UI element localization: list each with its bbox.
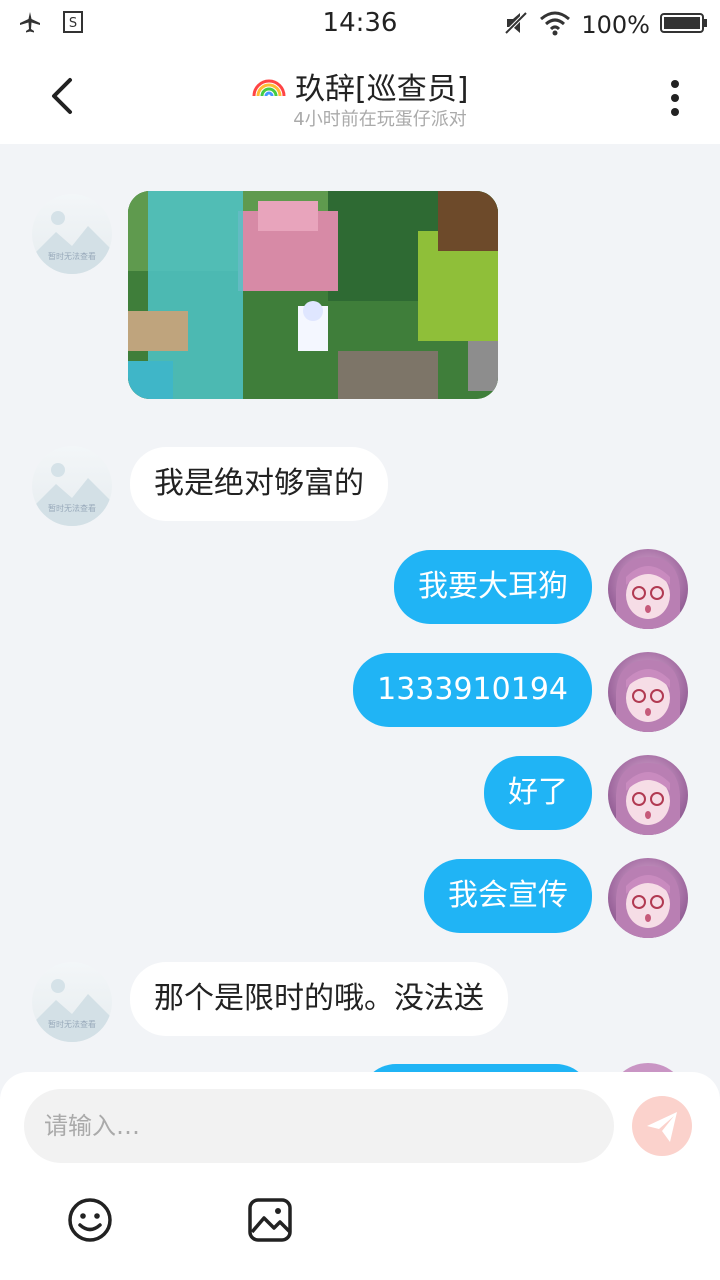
message-bubble-sent[interactable]: 1333910194 [353,653,592,727]
more-vertical-icon [671,80,679,116]
chat-title: 玖辞[巡查员] [0,64,720,108]
send-button[interactable] [632,1096,692,1156]
battery-level: 100% [581,11,650,39]
game-screenshot [128,191,498,399]
avatar-placeholder-caption: 暂时无法查看 [48,504,96,513]
status-bar: S 14:36 100% [0,0,720,50]
other-user-avatar[interactable]: 暂时无法查看 [32,962,112,1042]
chat-header: 玖辞[巡查员] 4小时前在玩蛋仔派对 [0,50,720,144]
message-input[interactable]: 请输入… [24,1089,614,1163]
battery-icon [660,11,708,39]
message-bubble-received[interactable]: 我是绝对够富的 [130,447,388,521]
message-bubble-sent[interactable]: 我要大耳狗 [394,550,592,624]
my-avatar[interactable] [608,755,688,835]
emoji-button[interactable] [66,1196,114,1244]
my-avatar[interactable] [608,549,688,629]
smiley-icon [68,1198,112,1242]
other-user-avatar[interactable]: 暂时无法查看 [32,446,112,526]
avatar-placeholder-caption: 暂时无法查看 [48,252,96,261]
anime-girl-avatar [616,557,680,629]
anime-girl-avatar [616,866,680,938]
image-placeholder-icon [32,979,112,1042]
mute-icon [503,10,529,40]
chat-subtitle: 4小时前在玩蛋仔派对 [293,109,467,130]
message-bubble-received[interactable]: 那个是限时的哦。没法送 [130,962,508,1036]
my-avatar[interactable] [608,858,688,938]
send-icon [647,1112,677,1142]
message-composer: 请输入… [0,1072,720,1280]
my-avatar[interactable] [608,652,688,732]
chat-title-text: 玖辞[巡查员] [295,72,469,107]
other-user-avatar[interactable]: 暂时无法查看 [32,194,112,274]
image-placeholder-icon [32,211,112,274]
message-bubble-sent[interactable]: 好了 [484,756,592,830]
image-picker-button[interactable] [246,1196,294,1244]
more-options-button[interactable] [660,78,690,118]
image-placeholder-icon [32,463,112,526]
wifi-icon [539,10,571,40]
message-bubble-sent[interactable]: 我会宣传 [424,859,592,933]
image-icon [248,1198,292,1242]
avatar-placeholder-caption: 暂时无法查看 [48,1020,96,1029]
rainbow-emoji-icon [252,73,286,108]
anime-girl-avatar [616,660,680,732]
message-image[interactable] [128,191,498,399]
anime-girl-avatar [616,763,680,835]
